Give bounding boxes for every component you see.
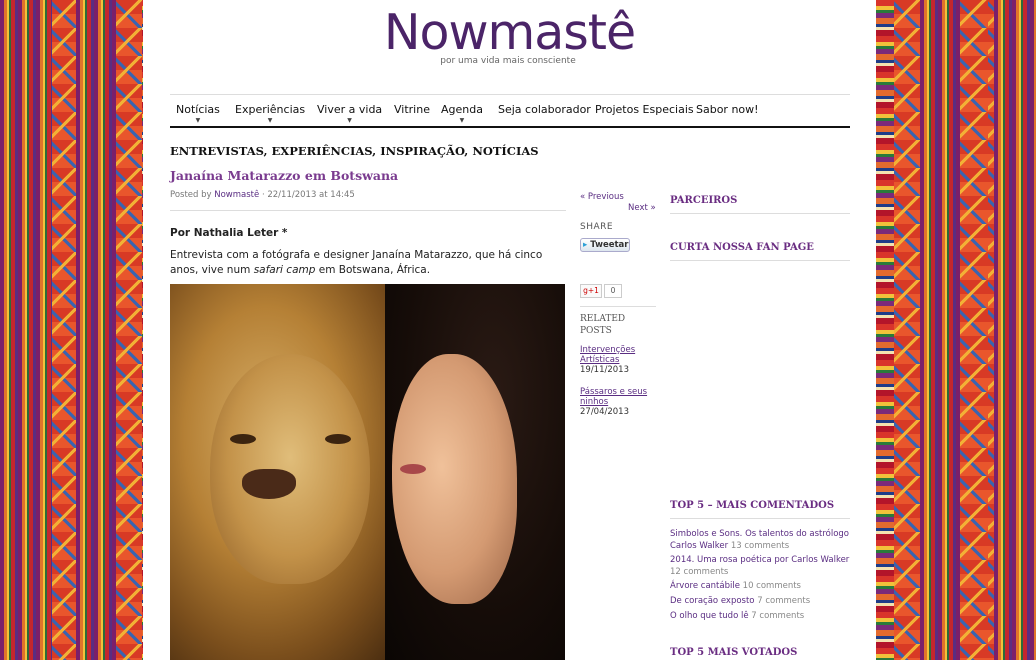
post-byline: Por Nathalia Leter * [170,227,288,239]
share-divider [580,306,656,307]
post-date: 22/11/2013 at 14:45 [267,190,355,200]
next-link[interactable]: Next » [628,203,656,213]
comment-count: 10 comments [742,581,801,591]
related-post-date: 27/04/2013 [580,407,629,417]
widget-divider [670,518,850,519]
post-photo [170,284,565,660]
decorative-border-left [0,0,142,660]
post-categories[interactable]: ENTREVISTAS, EXPERIÊNCIAS, INSPIRAÇÃO, N… [170,144,539,158]
top-commented-item: O olho que tudo lê 7 comments [670,610,850,622]
post-pagination: « Previous Next » [580,192,656,213]
top-commented-item: 2014. Uma rosa poética por Carlos Walker… [670,554,850,578]
nav-item-vitrine[interactable]: Vitrine [394,103,430,116]
top-commented-title: TOP 5 – MAIS COMENTADOS [670,500,835,511]
top-commented-link[interactable]: O olho que tudo lê [670,611,749,621]
tweet-button[interactable]: ▸ Tweetar [580,238,630,252]
post-meta: Posted by Nowmastê · 22/11/2013 at 14:45 [170,190,355,200]
related-post-link[interactable]: Intervenções Artísticas [580,345,635,365]
widget-divider [670,213,850,214]
gplus-button[interactable]: g+1 [580,284,602,298]
related-post-link[interactable]: Pássaros e seus ninhos [580,387,647,407]
comment-count: 7 comments [757,596,811,606]
top-commented-item: Simbolos e Sons. Os talentos do astrólog… [670,528,850,552]
top-commented-item: De coração exposto 7 comments [670,595,850,607]
post-intro: Entrevista com a fotógrafa e designer Ja… [170,249,543,276]
previous-link[interactable]: « Previous [580,192,624,202]
related-post: Pássaros e seus ninhos 27/04/2013 [580,387,660,417]
related-posts-label: RELATED POSTS [580,314,626,336]
nav-item-seja-colaborador[interactable]: Seja colaborador [498,103,591,116]
top-commented-item: Árvore cantábile 10 comments [670,580,850,592]
partners-title: PARCEIROS [670,195,738,206]
dropdown-arrow-icon: ▼ [195,117,201,124]
share-label: SHARE [580,222,614,232]
page-content: Nowmastê por uma vida mais consciente No… [143,0,876,660]
author-link[interactable]: Nowmastê [214,190,259,200]
comment-count: 7 comments [751,611,805,621]
main-nav: Notícias ▼ Experiências ▼ Viver a vida ▼ Vi… [170,95,850,128]
fanpage-title[interactable]: CURTA NOSSA FAN PAGE [670,242,814,253]
top-commented-link[interactable]: De coração exposto [670,596,755,606]
widget-divider [670,260,850,261]
dropdown-arrow-icon: ▼ [347,117,352,124]
meta-divider [170,210,566,211]
dropdown-arrow-icon: ▼ [459,117,465,124]
related-post: Intervenções Artísticas 19/11/2013 [580,345,660,375]
gplus-count: 0 [604,284,622,298]
comment-count: 13 comments [730,541,790,551]
decorative-border-right [894,0,1036,660]
top-commented-link[interactable]: 2014. Uma rosa poética por Carlos Walker [670,555,849,565]
site-tagline: por uma vida mais consciente [440,56,576,66]
nav-item-experiencias[interactable]: Experiências ▼ [235,103,305,124]
top-commented-link[interactable]: Árvore cantábile [670,581,740,591]
nav-item-agenda[interactable]: Agenda ▼ [441,103,483,124]
comment-count: 12 comments [670,567,729,577]
related-post-date: 19/11/2013 [580,365,629,375]
top-voted-title: TOP 5 MAIS VOTADOS [670,647,798,658]
site-logo[interactable]: Nowmastê [372,4,647,61]
twitter-bird-icon: ▸ [583,240,588,250]
dropdown-arrow-icon: ▼ [267,117,273,124]
nav-item-sabor-now[interactable]: Sabor now! [696,103,759,116]
nav-item-projetos-especiais[interactable]: Projetos Especiais [595,103,694,116]
post-title[interactable]: Janaína Matarazzo em Botswana [170,168,398,183]
nav-item-noticias[interactable]: Notícias ▼ [176,103,220,124]
nav-item-viver-a-vida[interactable]: Viver a vida ▼ [317,103,382,124]
